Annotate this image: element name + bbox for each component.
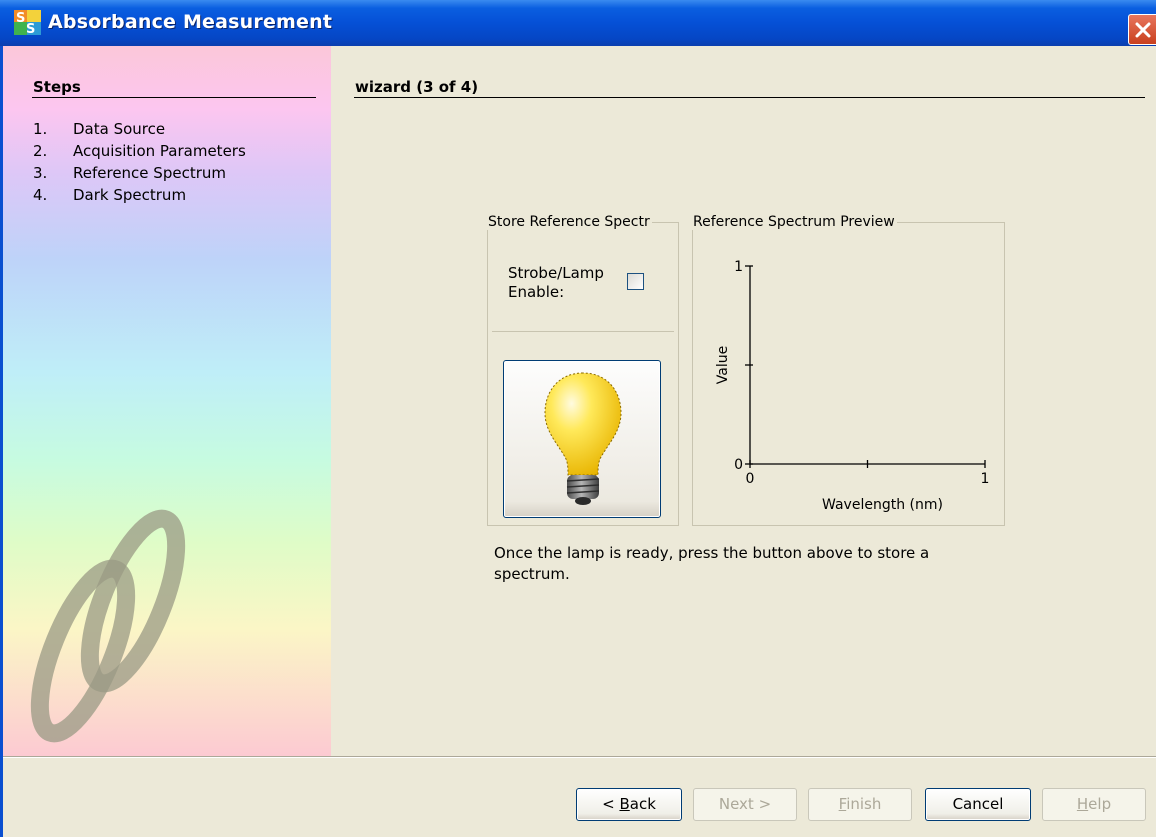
- help-button-rest: elp: [1088, 795, 1112, 813]
- spectrasuite-app-icon: S S: [14, 10, 41, 35]
- step-label: Dark Spectrum: [73, 186, 187, 204]
- back-button-mnemonic: B: [619, 795, 630, 813]
- back-button-prefix: <: [602, 795, 620, 813]
- svg-text:S: S: [26, 22, 35, 35]
- wizard-divider: [354, 97, 1145, 98]
- steps-panel: Steps 1. Data Source 2. Acquisition Parame…: [3, 46, 331, 756]
- instruction-line2: spectrum.: [494, 565, 570, 583]
- next-button[interactable]: Next >: [693, 788, 797, 821]
- step-item-data-source: 1. Data Source: [33, 118, 246, 140]
- help-button[interactable]: Help: [1042, 788, 1146, 821]
- back-button-rest: ack: [629, 795, 656, 813]
- strobe-lamp-label-line1: Strobe/Lamp: [508, 264, 604, 282]
- step-item-dark-spectrum: 4. Dark Spectrum: [33, 184, 246, 206]
- step-label: Reference Spectrum: [73, 164, 226, 182]
- back-button[interactable]: < Back: [576, 788, 682, 821]
- ocean-optics-logo: [30, 509, 186, 743]
- close-icon: [1135, 22, 1151, 38]
- close-button[interactable]: [1128, 14, 1156, 45]
- cancel-button[interactable]: Cancel: [925, 788, 1031, 821]
- step-number: 1.: [33, 120, 48, 138]
- strobe-lamp-label-line2: Enable:: [508, 283, 565, 301]
- steps-divider: [32, 97, 316, 98]
- store-reference-group: Store Reference Spectr Strobe/Lamp Enabl…: [487, 214, 679, 526]
- svg-text:S: S: [16, 11, 25, 26]
- strobe-lamp-label: Strobe/Lamp Enable:: [508, 264, 604, 302]
- step-label: Acquisition Parameters: [73, 142, 246, 160]
- instruction-text: Once the lamp is ready, press the button…: [494, 543, 1014, 585]
- step-number: 2.: [33, 142, 48, 160]
- finish-button-rest: inish: [846, 795, 882, 813]
- step-number: 3.: [33, 164, 48, 182]
- step-number: 4.: [33, 186, 48, 204]
- steps-list: 1. Data Source 2. Acquisition Parameters 3…: [33, 118, 246, 206]
- button-bar-divider-highlight: [3, 757, 1156, 758]
- preview-legend: Reference Spectrum Preview: [693, 214, 895, 230]
- help-button-mnemonic: H: [1076, 795, 1089, 813]
- step-item-acquisition-parameters: 2. Acquisition Parameters: [33, 140, 246, 162]
- window-title: Absorbance Measurement: [48, 11, 333, 33]
- step-item-reference-spectrum: 3. Reference Spectrum: [33, 162, 246, 184]
- steps-heading: Steps: [33, 78, 81, 96]
- group-separator: [492, 331, 674, 332]
- store-reference-legend: Store Reference Spectr: [488, 214, 650, 230]
- reference-spectrum-preview-group: Reference Spectrum Preview: [692, 214, 1005, 526]
- step-label: Data Source: [73, 120, 166, 138]
- title-bar: S S Absorbance Measurement: [0, 0, 1156, 46]
- light-bulb-icon: [544, 372, 622, 505]
- wizard-heading: wizard (3 of 4): [355, 78, 479, 96]
- strobe-lamp-enable-checkbox[interactable]: [627, 273, 644, 290]
- finish-button[interactable]: Finish: [808, 788, 912, 821]
- store-reference-button[interactable]: [503, 360, 661, 518]
- instruction-line1: Once the lamp is ready, press the button…: [494, 544, 930, 562]
